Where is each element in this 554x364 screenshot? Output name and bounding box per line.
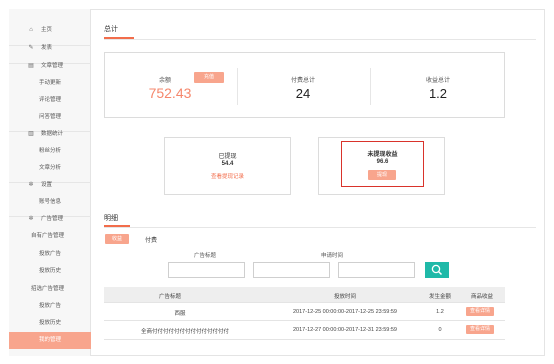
- edit-icon: ✎: [28, 45, 34, 51]
- gear-icon: ✲: [28, 182, 34, 188]
- withdraw-history-link[interactable]: 查看提现记录: [164, 172, 291, 180]
- sidebar-item[interactable]: 招选广告管理: [9, 281, 91, 298]
- home-icon: ⌂: [29, 27, 33, 33]
- sidebar-item[interactable]: 评论管理: [9, 92, 91, 109]
- filter-paid-button[interactable]: 付费: [145, 235, 157, 244]
- sidebar-item-label: 投放历史: [39, 320, 62, 326]
- start-time-input[interactable]: [253, 262, 330, 278]
- sidebar-item[interactable]: 投放广告: [9, 298, 91, 315]
- sidebar-item[interactable]: 投放历史: [9, 315, 91, 332]
- sidebar-item[interactable]: ✎ 发表: [9, 40, 91, 57]
- sidebar-item-label: 投放广告: [39, 251, 62, 257]
- column-header: 广告标题: [158, 294, 181, 300]
- withdrawn-label: 已提现: [218, 154, 237, 160]
- paid-total-value: 24: [295, 86, 311, 101]
- divider: [104, 302, 505, 303]
- sidebar-item[interactable]: ▥ 数据统计: [9, 126, 91, 143]
- search-button[interactable]: [425, 262, 449, 278]
- divider: [104, 339, 505, 340]
- sidebar-item-label: 我的管理: [39, 337, 62, 343]
- apply-time-label: 申请时间: [320, 253, 343, 259]
- tab-summary[interactable]: 总计: [104, 24, 118, 34]
- table-cell: 西服: [174, 311, 186, 317]
- sidebar-item-label: 文章管理: [41, 63, 64, 69]
- ad-title-label: 广告标题: [193, 253, 216, 259]
- sidebar-item[interactable]: 手动更新: [9, 75, 91, 92]
- sidebar-item-label: 自有广告管理: [31, 233, 65, 239]
- sidebar-item-label: 投放历史: [39, 268, 62, 274]
- sidebar-item-label: 评论管理: [39, 97, 62, 103]
- sidebar-item-label: 账号信息: [39, 199, 62, 205]
- sidebar-item[interactable]: 投放历史: [9, 263, 91, 280]
- sidebar-item-label: 粉丝分析: [39, 148, 62, 154]
- sidebar-item-label: 广告管理: [41, 216, 64, 222]
- gear-icon: ✲: [28, 216, 34, 222]
- sidebar-item-label: 数据统计: [41, 131, 64, 137]
- table-cell: 0: [438, 327, 442, 333]
- sidebar-item-label: 手动更新: [39, 80, 62, 86]
- sidebar-item[interactable]: 文章分析: [9, 160, 91, 177]
- sidebar-item-label: 文章分析: [39, 165, 62, 171]
- document-icon: ▤: [28, 63, 34, 69]
- income-total-label: 收益总计: [425, 78, 450, 84]
- divider: [104, 227, 536, 228]
- sidebar-item[interactable]: 投放广告: [9, 246, 91, 263]
- table-cell: 全商付付付付付付付付付付付付付付: [140, 329, 229, 335]
- not-withdrawn-value: 96.6: [376, 159, 389, 165]
- withdraw-button[interactable]: 提现: [368, 170, 396, 180]
- divider: [237, 68, 238, 105]
- filter-income-button[interactable]: 收益: [105, 234, 129, 244]
- table-cell: 2017-12-27 00:00:00-2017-12-31 23:59:59: [293, 327, 397, 333]
- sidebar-item-label: 设置: [41, 182, 53, 188]
- sidebar-item[interactable]: 自有广告管理: [9, 228, 91, 245]
- sidebar-item[interactable]: 粉丝分析: [9, 143, 91, 160]
- sidebar-item[interactable]: 账号信息: [9, 194, 91, 211]
- table-cell: 2017-12-25 00:00:00-2017-12-25 23:59:59: [293, 309, 397, 315]
- table-cell: 1.2: [436, 309, 444, 315]
- income-total-value: 1.2: [428, 86, 448, 101]
- view-details-button[interactable]: 查看详情: [466, 307, 494, 316]
- column-header: 发生金额: [428, 294, 451, 300]
- balance-value: 752.43: [148, 85, 192, 101]
- search-icon: [431, 264, 443, 276]
- sidebar-item-label: 主页: [41, 27, 53, 33]
- sidebar-item[interactable]: 问答管理: [9, 109, 91, 126]
- sidebar-item[interactable]: ✲ 广告管理: [9, 211, 91, 228]
- sidebar-item-label: 发表: [41, 45, 53, 51]
- sidebar-item[interactable]: 我的管理: [9, 332, 91, 349]
- recharge-button[interactable]: 充值: [194, 72, 224, 83]
- sidebar-item-label: 投放广告: [39, 303, 62, 309]
- balance-label: 余额: [158, 78, 171, 84]
- view-details-button[interactable]: 查看详情: [466, 325, 494, 334]
- tab-details[interactable]: 明细: [104, 213, 118, 223]
- sidebar-item[interactable]: ▤ 文章管理: [9, 58, 91, 75]
- sidebar-item-label: 招选广告管理: [31, 286, 65, 292]
- divider: [370, 68, 371, 105]
- paid-total-label: 付费总计: [290, 78, 315, 84]
- ad-title-input[interactable]: [168, 262, 245, 278]
- not-withdrawn-label: 未提现收益: [367, 152, 398, 158]
- column-header: 投放时间: [333, 294, 356, 300]
- column-header: 商品收益: [470, 294, 493, 300]
- divider: [104, 39, 536, 40]
- divider: [104, 320, 505, 321]
- chart-icon: ▥: [28, 131, 34, 137]
- sidebar-item[interactable]: ⌂ 主页: [9, 22, 91, 39]
- withdrawn-value: 54.4: [221, 161, 234, 167]
- sidebar-item-label: 问答管理: [39, 114, 62, 120]
- sidebar-item[interactable]: ✲ 设置: [9, 177, 91, 194]
- end-time-input[interactable]: [338, 262, 415, 278]
